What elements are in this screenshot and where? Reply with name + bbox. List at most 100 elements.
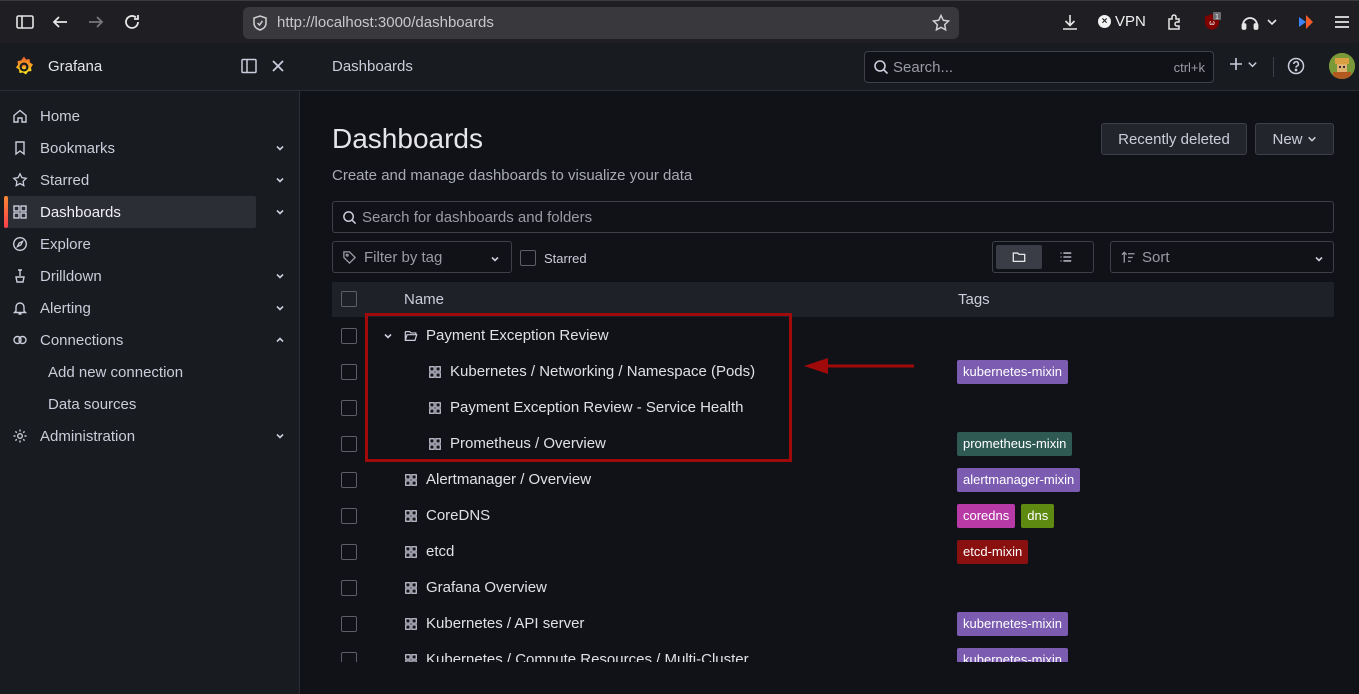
sidebar-toggle-icon[interactable] xyxy=(15,12,35,32)
dashboard-search-input[interactable]: Search for dashboards and folders xyxy=(332,201,1334,233)
chevron-down-icon[interactable] xyxy=(274,174,286,186)
cog-icon xyxy=(12,428,28,444)
recently-deleted-button[interactable]: Recently deleted xyxy=(1101,123,1247,155)
tag-badge[interactable]: prometheus-mixin xyxy=(957,432,1073,456)
row-checkbox[interactable] xyxy=(341,436,357,452)
row-name[interactable]: CoreDNS xyxy=(426,507,490,524)
row-name[interactable]: etcd xyxy=(426,543,454,560)
sidebar-item-starred[interactable]: Starred xyxy=(4,164,284,196)
starred-checkbox[interactable] xyxy=(520,250,536,266)
tag-badge[interactable]: coredns xyxy=(957,504,1016,528)
back-icon[interactable] xyxy=(50,12,70,32)
row-checkbox[interactable] xyxy=(341,364,357,380)
sidebar-item-data-sources[interactable]: Data sources xyxy=(4,388,256,420)
table-row[interactable]: CoreDNS coredns dns xyxy=(332,498,1334,534)
row-name[interactable]: Alertmanager / Overview xyxy=(426,471,591,488)
row-tags: etcd-mixin xyxy=(957,540,1029,564)
download-icon[interactable] xyxy=(1060,12,1080,32)
headphones-icon[interactable] xyxy=(1240,12,1260,32)
table-row[interactable]: etcd etcd-mixin xyxy=(332,534,1334,570)
dashboard-grid-icon xyxy=(404,653,418,662)
tag-badge[interactable]: etcd-mixin xyxy=(957,540,1029,564)
sidebar-item-administration[interactable]: Administration xyxy=(4,420,284,452)
new-button-label: New xyxy=(1272,130,1303,148)
dock-menu-icon[interactable] xyxy=(240,57,258,75)
tag-badge[interactable]: kubernetes-mixin xyxy=(957,612,1068,636)
chevron-down-icon xyxy=(1313,253,1325,265)
sidebar-item-label: Data sources xyxy=(48,395,137,413)
chevron-up-icon[interactable] xyxy=(274,334,286,346)
table-row[interactable]: Alertmanager / Overview alertmanager-mixi… xyxy=(332,462,1334,498)
select-all-checkbox[interactable] xyxy=(341,291,357,307)
plus-icon xyxy=(1228,56,1244,72)
chevron-down-icon[interactable] xyxy=(274,142,286,154)
url-text[interactable]: http://localhost:3000/dashboards xyxy=(277,14,494,31)
list-view-icon[interactable] xyxy=(1059,250,1073,264)
grafana-topbar: Grafana Dashboards Search... ctrl+k xyxy=(0,43,1359,91)
row-checkbox[interactable] xyxy=(341,472,357,488)
sidebar-item-drilldown[interactable]: Drilldown xyxy=(4,260,284,292)
tag-badge[interactable]: kubernetes-mixin xyxy=(957,360,1068,384)
row-checkbox[interactable] xyxy=(341,580,357,596)
breadcrumb[interactable]: Dashboards xyxy=(332,58,413,75)
row-checkbox[interactable] xyxy=(341,544,357,560)
help-icon[interactable] xyxy=(1287,57,1305,75)
tag-badge[interactable]: dns xyxy=(1021,504,1055,528)
row-checkbox[interactable] xyxy=(341,508,357,524)
tag-icon xyxy=(342,250,357,265)
ublock-badge: 1 xyxy=(1215,14,1219,21)
row-checkbox[interactable] xyxy=(341,400,357,416)
chevron-down-icon[interactable] xyxy=(274,206,286,218)
sort-select[interactable]: Sort xyxy=(1110,241,1334,273)
row-name[interactable]: Kubernetes / Compute Resources / Multi-C… xyxy=(426,651,749,662)
chevron-down-icon[interactable] xyxy=(1266,12,1278,32)
tag-badge[interactable]: alertmanager-mixin xyxy=(957,468,1081,492)
sidebar-item-label: Explore xyxy=(40,235,91,253)
grafana-logo-icon[interactable] xyxy=(12,55,36,79)
new-button[interactable]: New xyxy=(1255,123,1334,155)
table-row[interactable]: Grafana Overview xyxy=(332,570,1334,606)
sidebar-item-connections[interactable]: Connections xyxy=(4,324,284,356)
sidebar-item-home[interactable]: Home xyxy=(4,100,256,132)
close-menu-icon[interactable] xyxy=(270,58,286,74)
ublock-icon[interactable]: ω1 xyxy=(1202,12,1222,32)
row-tags: coredns dns xyxy=(957,504,1055,528)
chevron-down-icon[interactable] xyxy=(274,270,286,282)
chevron-down-icon[interactable] xyxy=(274,430,286,442)
tag-filter-placeholder: Filter by tag xyxy=(364,249,443,266)
folder-view-button[interactable] xyxy=(996,245,1042,269)
forward-icon[interactable] xyxy=(86,12,106,32)
table-row[interactable]: Kubernetes / API server kubernetes-mixin xyxy=(332,606,1334,642)
row-checkbox[interactable] xyxy=(341,328,357,344)
table-row[interactable]: Kubernetes / Compute Resources / Multi-C… xyxy=(332,642,1334,662)
extension-color-icon[interactable] xyxy=(1296,12,1316,32)
row-name[interactable]: Kubernetes / API server xyxy=(426,615,584,632)
url-bar[interactable]: http://localhost:3000/dashboards xyxy=(243,7,959,39)
starred-label[interactable]: Starred xyxy=(544,251,587,266)
tag-badge[interactable]: kubernetes-mixin xyxy=(957,648,1068,662)
extensions-icon[interactable] xyxy=(1165,12,1185,32)
bookmark-star-icon[interactable] xyxy=(931,13,951,33)
row-name[interactable]: Grafana Overview xyxy=(426,579,547,596)
sidebar-item-bookmarks[interactable]: Bookmarks xyxy=(4,132,284,164)
menu-icon[interactable] xyxy=(1332,12,1352,32)
vpn-button[interactable]: × VPN xyxy=(1098,13,1146,30)
sidebar-item-alerting[interactable]: Alerting xyxy=(4,292,284,324)
user-avatar[interactable] xyxy=(1329,53,1355,79)
sidebar-item-add-new-connection[interactable]: Add new connection xyxy=(4,356,256,388)
row-checkbox[interactable] xyxy=(341,652,357,662)
vpn-icon: × xyxy=(1098,15,1111,28)
topbar-divider xyxy=(1273,57,1274,77)
brand-name: Grafana xyxy=(48,58,103,75)
chevron-down-icon[interactable] xyxy=(274,302,286,314)
row-tags: alertmanager-mixin xyxy=(957,468,1081,492)
sidebar-item-dashboards[interactable]: Dashboards xyxy=(4,196,284,228)
add-new-button[interactable] xyxy=(1228,56,1258,72)
shield-icon[interactable] xyxy=(251,14,269,32)
global-search-input[interactable]: Search... ctrl+k xyxy=(864,51,1214,83)
row-checkbox[interactable] xyxy=(341,616,357,632)
main-content: Dashboards Create and manage dashboards … xyxy=(300,91,1359,694)
reload-icon[interactable] xyxy=(122,12,142,32)
tag-filter-select[interactable]: Filter by tag xyxy=(332,241,512,273)
sidebar-item-explore[interactable]: Explore xyxy=(4,228,256,260)
